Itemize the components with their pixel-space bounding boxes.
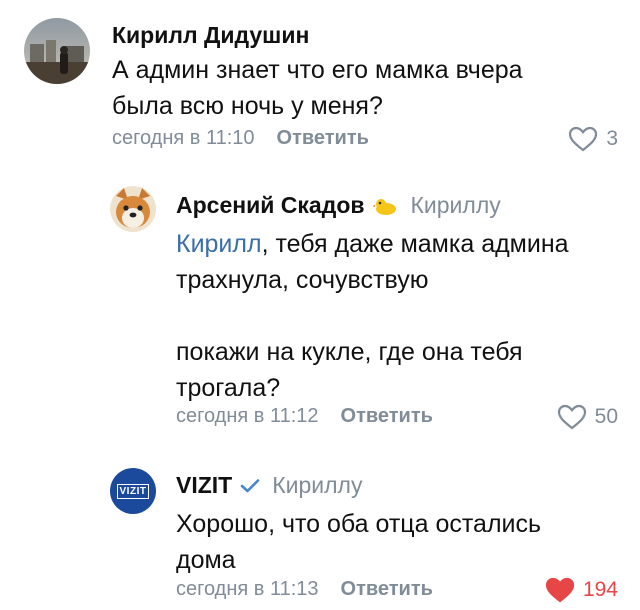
reply-button[interactable]: Ответить — [341, 578, 433, 601]
like-count: 3 — [606, 127, 618, 150]
duck-emoji-icon — [372, 196, 399, 216]
author-name[interactable]: Кирилл Дидушин — [112, 22, 309, 49]
like-count: 194 — [582, 578, 618, 601]
avatar[interactable] — [24, 18, 90, 84]
author-name[interactable]: Арсений Скадов — [176, 192, 365, 219]
heart-outline-icon — [557, 404, 586, 430]
like-button[interactable]: 50 — [557, 404, 618, 430]
like-button[interactable]: 3 — [568, 126, 618, 152]
dog-avatar-icon — [110, 186, 156, 232]
comment-text: А админ знает что его мамка вчера была в… — [112, 56, 523, 120]
like-count: 50 — [594, 405, 618, 428]
avatar[interactable]: VIZIT — [110, 468, 156, 514]
reply-button[interactable]: Ответить — [341, 405, 433, 428]
author-name[interactable]: VIZIT — [176, 472, 232, 499]
reply-button[interactable]: Ответить — [277, 127, 369, 150]
timestamp: сегодня в 11:13 — [176, 578, 319, 600]
photo-avatar-icon — [24, 18, 90, 84]
heart-outline-icon — [569, 126, 598, 152]
like-button[interactable]: 194 — [545, 577, 618, 603]
vizit-logo: VIZIT — [116, 483, 150, 499]
checkmark-icon — [240, 478, 260, 494]
reply-to-link[interactable]: Кириллу — [411, 192, 501, 219]
heart-filled-icon — [545, 577, 575, 603]
reply-to-link[interactable]: Кириллу — [272, 472, 362, 499]
avatar[interactable] — [110, 186, 156, 232]
comment-text: Кирилл, тебя даже мамка админа трахнула,… — [176, 230, 569, 402]
comment-text: Хорошо, что оба отца остались дома — [176, 510, 542, 574]
timestamp: сегодня в 11:12 — [176, 405, 319, 427]
timestamp: сегодня в 11:10 — [112, 127, 255, 149]
mention-link[interactable]: Кирилл — [176, 230, 262, 258]
